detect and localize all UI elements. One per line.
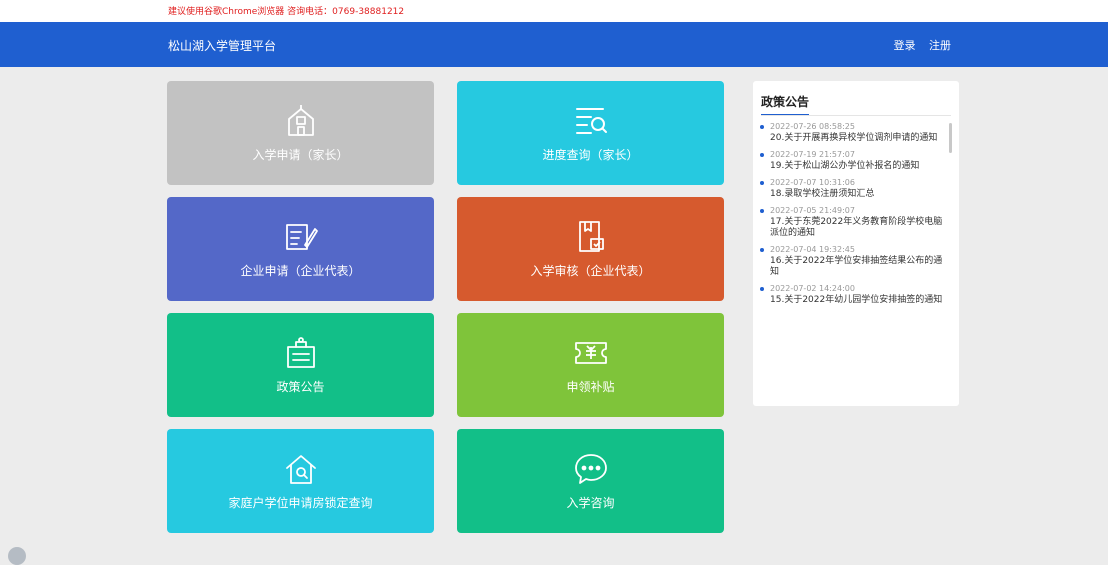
auth-links: 登录 注册 [884,37,952,53]
item-date: 2022-07-05 21:49:07 [759,205,947,217]
list-item[interactable]: 2022-07-26 08:58:25 20.关于开展再换异校学位调剂申请的通知 [759,121,947,144]
list-item[interactable]: 2022-07-02 14:24:00 15.关于2022年幼儿园学位安排抽签的… [759,283,947,306]
login-link[interactable]: 登录 [894,39,916,52]
tile-company-application[interactable]: 企业申请（企业代表） [167,197,434,301]
tile-policy-announcement[interactable]: 政策公告 [167,313,434,417]
floating-help-icon[interactable] [8,547,26,565]
item-date: 2022-07-26 08:58:25 [759,121,947,133]
tile-enrollment-consult[interactable]: 入学咨询 [457,429,724,533]
item-title-link[interactable]: 18.录取学校注册须知汇总 [759,189,947,200]
chat-icon [573,451,609,487]
header-bar: 松山湖入学管理平台 登录 注册 [0,22,1108,67]
tile-progress-query[interactable]: 进度查询（家长） [457,81,724,185]
list-search-icon [573,103,609,139]
item-title-link[interactable]: 17.关于东莞2022年义务教育阶段学校电脑派位的通知 [759,217,947,239]
list-item[interactable]: 2022-07-19 21:57:07 19.关于松山湖公办学位补报名的通知 [759,149,947,172]
list-item[interactable]: 2022-07-07 10:31:06 18.录取学校注册须知汇总 [759,177,947,200]
item-title-link[interactable]: 15.关于2022年幼儿园学位安排抽签的通知 [759,295,947,306]
school-icon [283,103,319,139]
tile-label: 家庭户学位申请房锁定查询 [228,496,373,510]
document-check-icon [573,219,609,255]
tile-label: 进度查询（家长） [542,148,639,162]
item-title-link[interactable]: 20.关于开展再换异校学位调剂申请的通知 [759,133,947,144]
tile-enrollment-review[interactable]: 入学审核（企业代表） [457,197,724,301]
policy-announcement-panel: 政策公告 2022-07-26 08:58:25 20.关于开展再换异校学位调剂… [753,81,959,406]
browser-notice-text: 建议使用谷歌Chrome浏览器 咨询电话：0769-38881212 [168,7,405,17]
item-date: 2022-07-04 19:32:45 [759,244,947,256]
voucher-icon [573,335,609,371]
tile-enrollment-application[interactable]: 入学申请（家长） [167,81,434,185]
tile-label: 政策公告 [276,380,325,394]
tile-label: 入学咨询 [566,496,615,510]
announcement-list[interactable]: 2022-07-26 08:58:25 20.关于开展再换异校学位调剂申请的通知… [759,121,947,398]
tile-household-lock-query[interactable]: 家庭户学位申请房锁定查询 [167,429,434,533]
register-link[interactable]: 注册 [929,39,951,52]
tile-label: 申领补贴 [566,380,615,394]
item-date: 2022-07-02 14:24:00 [759,283,947,295]
panel-title: 政策公告 [761,93,810,116]
item-title-link[interactable]: 16.关于2022年学位安排抽签结果公布的通知 [759,256,947,278]
house-search-icon [283,451,319,487]
tile-label: 入学申请（家长） [252,148,349,162]
scrollbar[interactable] [949,123,952,153]
tile-claim-subsidy[interactable]: 申领补贴 [457,313,724,417]
tile-label: 入学审核（企业代表） [530,264,651,278]
notice-board-icon [283,335,319,371]
panel-divider [761,115,951,116]
list-item[interactable]: 2022-07-05 21:49:07 17.关于东莞2022年义务教育阶段学校… [759,205,947,239]
list-item[interactable]: 2022-07-04 19:32:45 16.关于2022年学位安排抽签结果公布… [759,244,947,278]
item-date: 2022-07-07 10:31:06 [759,177,947,189]
item-title-link[interactable]: 19.关于松山湖公办学位补报名的通知 [759,161,947,172]
site-title: 松山湖入学管理平台 [168,39,277,53]
form-edit-icon [283,219,319,255]
tile-label: 企业申请（企业代表） [240,264,361,278]
item-date: 2022-07-19 21:57:07 [759,149,947,161]
top-notice-bar: 建议使用谷歌Chrome浏览器 咨询电话：0769-38881212 [0,0,1108,22]
